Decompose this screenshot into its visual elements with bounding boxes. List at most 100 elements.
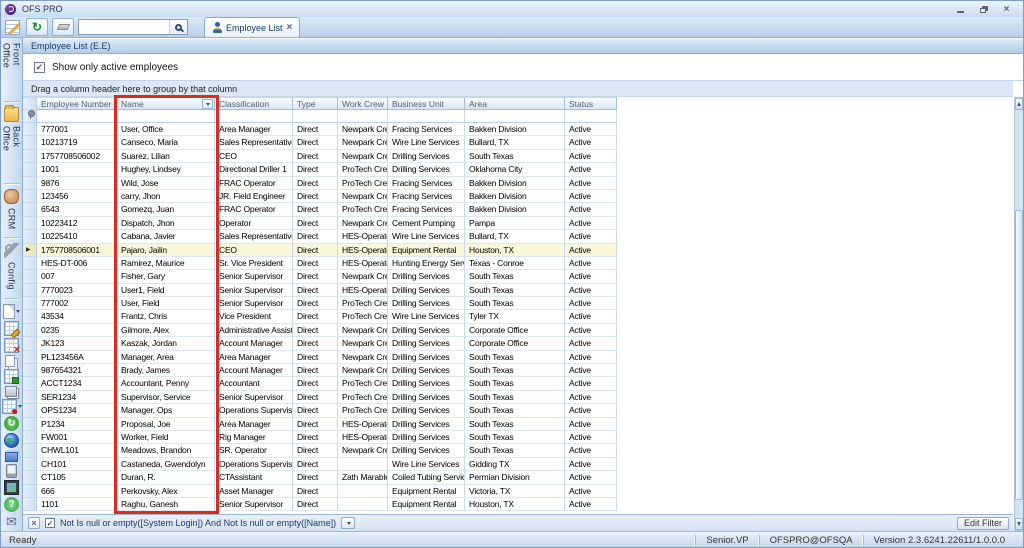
grid-cell[interactable]: South Texas [465, 297, 565, 311]
grid-cell[interactable]: 987654321 [37, 364, 117, 378]
grid-cell[interactable]: Senior Supervisor [215, 297, 293, 311]
grid-cell[interactable]: Direct [293, 256, 338, 271]
grid-cell[interactable]: Equipment Rental [388, 484, 465, 498]
grid-cell[interactable]: Canseco, Maria [117, 136, 215, 150]
table-row[interactable]: 6543 Gomezq, Juan FRAC Operator Direct ProTe… [23, 203, 617, 217]
grid-cell[interactable]: Zath Marable'... [338, 471, 388, 485]
grid-cell[interactable]: South Texas [465, 364, 565, 378]
grid-cell[interactable]: Newpark Crew [338, 364, 388, 378]
grid-cell[interactable]: Raghu, Ganesh [117, 497, 215, 512]
grid-cell[interactable]: Texas - Conroe [465, 256, 565, 271]
grid-cell[interactable]: Drilling Services [388, 323, 465, 338]
column-header-business-unit[interactable]: Business Unit [388, 97, 465, 110]
grid-cell[interactable]: Account Manager [215, 337, 293, 351]
grid-cell[interactable]: Direct [293, 189, 338, 204]
tab-employee-list[interactable]: Employee List × [204, 17, 301, 37]
grid-cell[interactable]: Drilling Services [388, 149, 465, 164]
grid-cell[interactable]: Castaneda, Gwendolyn [117, 457, 215, 472]
grid-cell[interactable]: Direct [293, 337, 338, 351]
grid-cell[interactable]: ProTech Crew [338, 297, 388, 311]
grid-cell[interactable]: Accountant [215, 377, 293, 391]
folders-icon-button[interactable] [5, 450, 18, 462]
grid-cell[interactable]: Kaszak, Jordan [117, 337, 215, 351]
grid-cell[interactable]: Active [565, 430, 617, 445]
grid-cell[interactable]: Sales Representative [215, 136, 293, 150]
grid-edit-icon-button[interactable] [4, 321, 19, 336]
grid-cell[interactable]: ProTech Crew [338, 390, 388, 405]
grid-cell[interactable]: Brady, James [117, 364, 215, 378]
grid-cell[interactable]: Fracing Services [388, 123, 465, 137]
grid-cell[interactable]: Active [565, 471, 617, 485]
table-row[interactable]: ▶ 1757708506001 Pajaro, Jailin CEO Direct HES… [23, 243, 617, 257]
grid-cell[interactable]: Direct [293, 163, 338, 177]
help-icon-button[interactable]: ? [4, 497, 19, 512]
grid-cell[interactable]: Victoria, TX [465, 484, 565, 498]
grid-cell[interactable]: ProTech Crew [338, 203, 388, 217]
table-row[interactable]: OPS1234 Manager, Ops Operations Supervisor… [23, 404, 617, 418]
edit-filter-button[interactable]: Edit Filter [956, 516, 1009, 530]
grid-cell[interactable]: Direct [293, 149, 338, 164]
grid-cell[interactable]: Permian Division [465, 471, 565, 485]
grid-cell[interactable]: Active [565, 203, 617, 217]
grid-cell[interactable]: Direct [293, 417, 338, 431]
grid-cell[interactable]: Tyler TX [465, 310, 565, 324]
scrollbar-thumb[interactable] [1015, 210, 1023, 500]
grid-cell[interactable]: South Texas [465, 377, 565, 391]
grid-cell[interactable]: Drilling Services [388, 297, 465, 311]
grid-cell[interactable]: Active [565, 377, 617, 391]
grid-cell[interactable]: ProTech Crew [338, 404, 388, 418]
grid-cell[interactable]: HES-Operators [338, 230, 388, 244]
grid-cell[interactable]: 43534 [37, 310, 117, 324]
grid-cell[interactable]: Direct [293, 430, 338, 445]
grid-cell[interactable]: carry, Jhon [117, 189, 215, 204]
grid-cell[interactable]: Newpark Crew [338, 216, 388, 231]
grid-cell[interactable]: Meadows, Brandon [117, 444, 215, 458]
grid-cell[interactable]: Equipment Rental [388, 497, 465, 512]
grid-cell[interactable]: PL123456A [37, 350, 117, 365]
grid-pin-icon-button[interactable] [1, 399, 22, 414]
grid-cell[interactable]: Active [565, 283, 617, 298]
grid-cell[interactable]: Senior Supervisor [215, 283, 293, 298]
grid-cell[interactable]: Cement Pumping [388, 216, 465, 231]
grid-cell[interactable]: Active [565, 216, 617, 231]
grid-cell[interactable]: Direct [293, 404, 338, 418]
refresh-button[interactable]: ↻ [26, 18, 48, 36]
grid-cell[interactable]: Worker, Field [117, 430, 215, 445]
grid-cell[interactable]: Equipment Rental [388, 243, 465, 257]
grid-cell[interactable]: CTAssistant [215, 471, 293, 485]
filter-cell-type[interactable] [293, 110, 338, 123]
grid-delete-icon-button[interactable] [4, 338, 20, 356]
table-row[interactable]: 123456 carry, Jhon JR. Field Engineer Direc… [23, 189, 617, 204]
grid-cell[interactable]: SER1234 [37, 390, 117, 405]
grid-cell[interactable]: CH101 [37, 457, 117, 472]
clear-button[interactable] [52, 18, 74, 36]
grid-cell[interactable]: Direct [293, 323, 338, 338]
grid-cell[interactable]: Newpark Crew [338, 337, 388, 351]
grid-cell[interactable]: Wild, Jose [117, 176, 215, 190]
grid-cell[interactable]: Newpark Crew [338, 350, 388, 365]
grid-cell[interactable]: 7770023 [37, 283, 117, 298]
grid-cell[interactable]: Drilling Services [388, 270, 465, 284]
grid-cell[interactable]: Active [565, 457, 617, 472]
grid-cell[interactable]: Manager, Area [117, 350, 215, 365]
minimize-button[interactable] [954, 4, 967, 14]
table-row[interactable]: JK123 Kaszak, Jordan Account Manager Direct… [23, 337, 617, 351]
grid-cell[interactable]: Wire Line Services [388, 310, 465, 324]
grid-cell[interactable]: HES-Operators [338, 283, 388, 298]
grid-cell[interactable]: Wire Line Services [388, 230, 465, 244]
grid-cell[interactable]: Bakken Division [465, 189, 565, 204]
grid-cell[interactable]: Newpark Crew [338, 189, 388, 204]
grid-cell[interactable]: Active [565, 270, 617, 284]
grid-cell[interactable]: Operations Supervisor [215, 457, 293, 472]
restore-button[interactable] [977, 4, 990, 14]
filter-cell-employee-number[interactable] [37, 110, 117, 123]
grid-cell[interactable]: FRAC Operator [215, 203, 293, 217]
grid-cell[interactable]: Drilling Services [388, 364, 465, 378]
grid-cell[interactable]: Active [565, 297, 617, 311]
grid-cell[interactable]: HES-Operators [338, 256, 388, 271]
grid-cell[interactable]: South Texas [465, 270, 565, 284]
grid-cell[interactable]: Area Manager [215, 123, 293, 137]
grid-cell[interactable]: Gilmore, Alex [117, 323, 215, 338]
grid-cell[interactable]: Dispatch, Jhon [117, 216, 215, 231]
tab-close-icon[interactable]: × [287, 22, 293, 33]
